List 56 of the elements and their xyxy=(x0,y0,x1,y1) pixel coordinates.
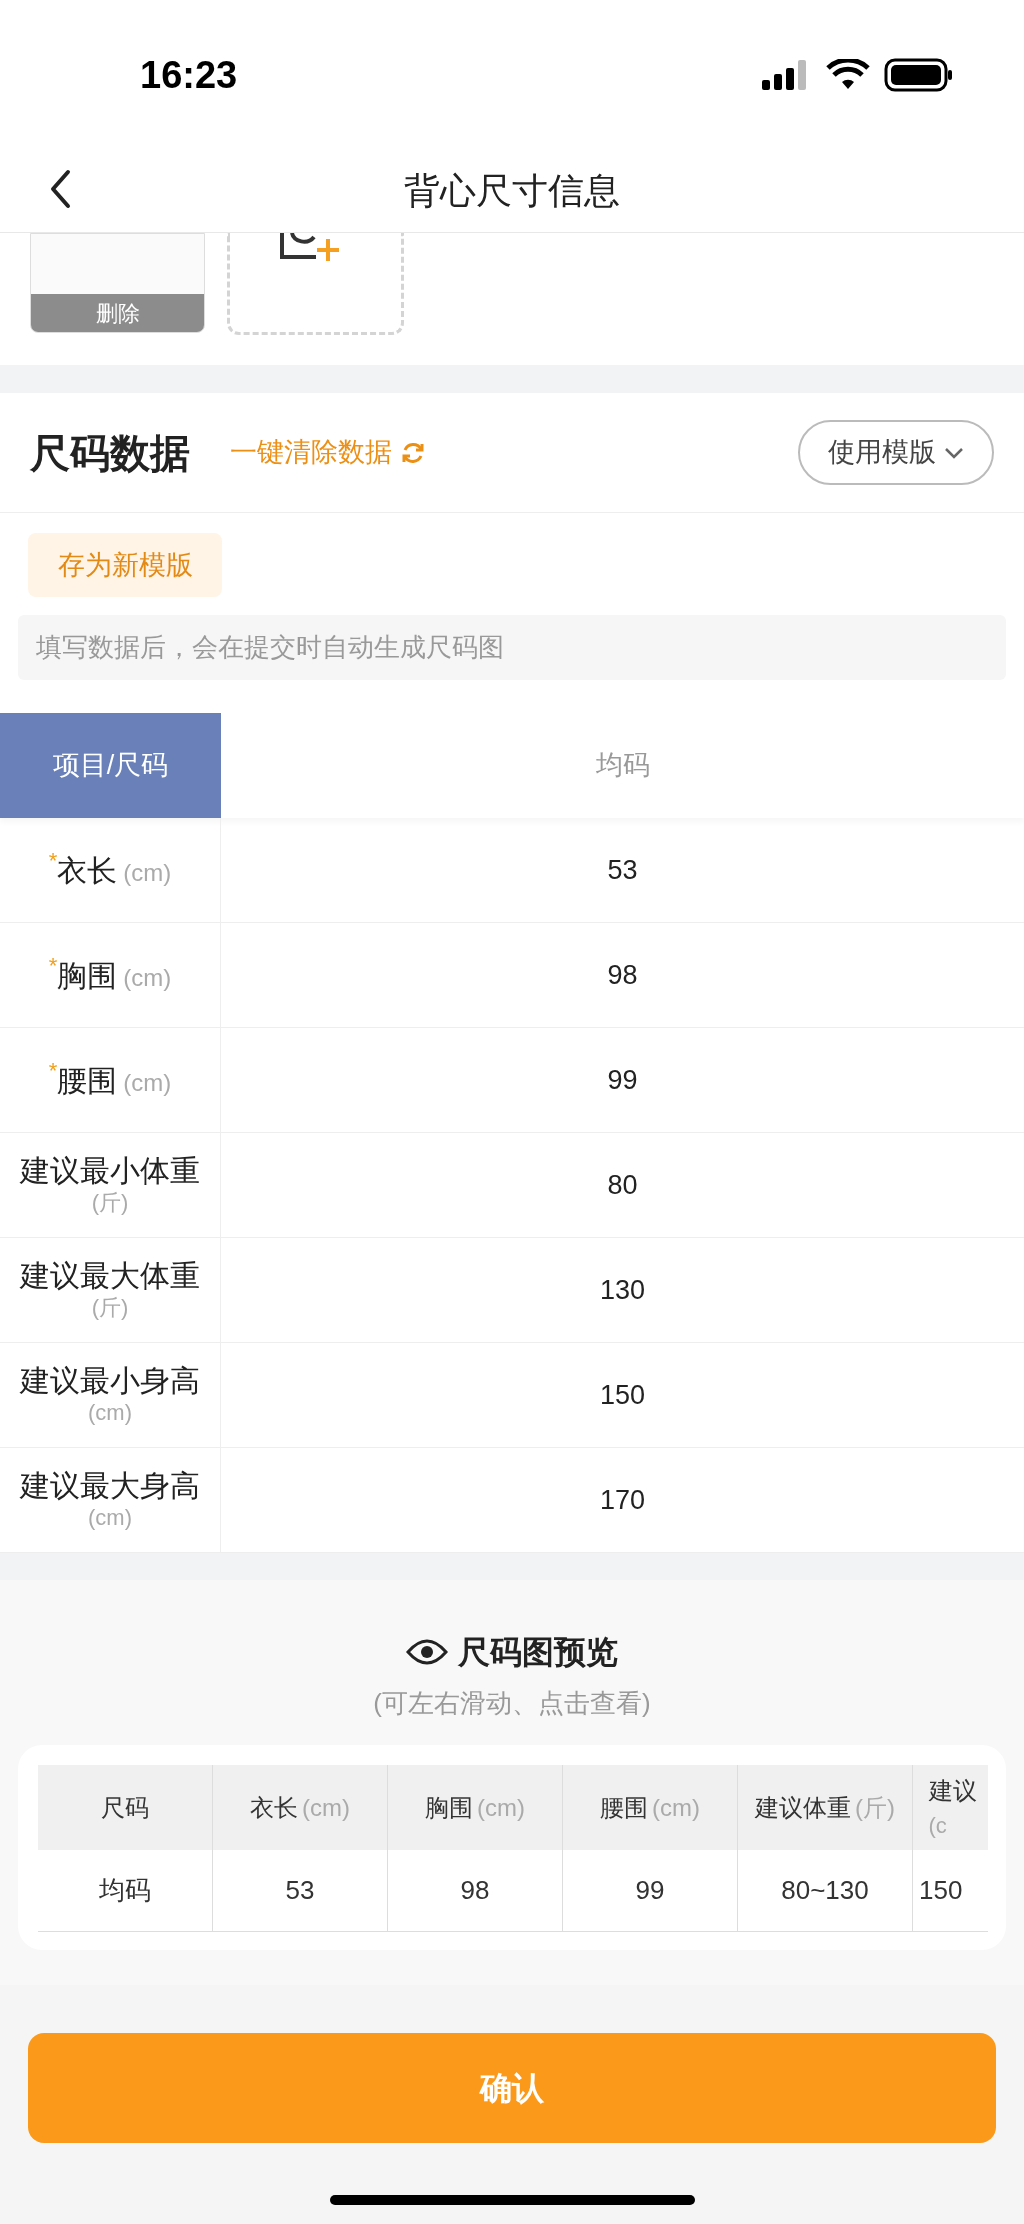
preview-column-header: 衣长 xyxy=(250,1792,298,1823)
unit-label: (c xyxy=(928,1812,947,1840)
row-label: 建议最大体重 xyxy=(20,1258,200,1294)
unit-label: (cm) xyxy=(123,1067,172,1098)
row-label: 胸围 xyxy=(57,957,118,994)
preview-card[interactable]: 尺码 衣长 (cm) 胸围 (cm) 腰围 (cm) 建议体重 (斤) 建议 (c 均码 53 98 99 80~130 150 xyxy=(18,1745,1006,1950)
chevron-down-icon xyxy=(944,446,964,459)
column-header: 均码 xyxy=(594,749,651,783)
preview-cell: 均码 xyxy=(38,1850,213,1931)
wifi-icon xyxy=(826,59,870,91)
status-time: 16:23 xyxy=(140,52,238,98)
back-chevron-icon xyxy=(49,169,71,209)
unit-label: (斤) xyxy=(855,1792,895,1823)
table-corner-header: 项目/尺码 xyxy=(0,713,221,818)
unit-label: (cm) xyxy=(88,1504,132,1532)
value-field[interactable]: 170 xyxy=(221,1448,1024,1552)
unit-label: (cm) xyxy=(477,1792,525,1823)
row-label: 腰围 xyxy=(57,1062,118,1099)
value-field[interactable]: 53 xyxy=(221,818,1024,922)
value-field[interactable]: 80 xyxy=(221,1133,1024,1237)
row-label: 衣长 xyxy=(57,852,118,889)
preview-column-header: 尺码 xyxy=(101,1792,149,1823)
preview-column-header: 腰围 xyxy=(600,1792,648,1823)
value-field[interactable]: 98 xyxy=(221,923,1024,1027)
preview-column-header: 建议 xyxy=(928,1776,977,1806)
unit-label: (斤) xyxy=(91,1294,129,1322)
row-label: 建议最小体重 xyxy=(20,1153,200,1189)
unit-label: (cm) xyxy=(652,1792,700,1823)
value-field[interactable]: 130 xyxy=(221,1238,1024,1342)
preview-subtitle: (可左右滑动、点击查看) xyxy=(373,1687,651,1720)
preview-column-header: 胸围 xyxy=(425,1792,473,1823)
use-template-button[interactable]: 使用模版 xyxy=(798,420,994,485)
unit-label: (cm) xyxy=(88,1399,132,1427)
required-mark: * xyxy=(48,1059,58,1082)
unit-label: (斤) xyxy=(91,1189,129,1217)
preview-title: 尺码图预览 xyxy=(458,1633,618,1672)
row-label: 建议最小身高 xyxy=(20,1363,200,1399)
required-mark: * xyxy=(48,954,58,977)
preview-cell: 98 xyxy=(388,1850,563,1931)
hint-text: 填写数据后，会在提交时自动生成尺码图 xyxy=(18,615,1006,680)
eye-icon xyxy=(406,1638,448,1666)
preview-column-header: 建议体重 xyxy=(755,1792,851,1823)
value-field[interactable]: 99 xyxy=(221,1028,1024,1132)
unit-label: (cm) xyxy=(123,857,172,888)
unit-label: (cm) xyxy=(302,1792,350,1823)
row-label: 建议最大身高 xyxy=(20,1468,200,1504)
preview-cell-text: 150 xyxy=(918,1874,964,1907)
section-title: 尺码数据 xyxy=(30,429,190,477)
page-title: 背心尺寸信息 xyxy=(404,169,620,213)
unit-label: (cm) xyxy=(123,962,172,993)
preview-cell: 80~130 xyxy=(738,1850,913,1931)
required-mark: * xyxy=(48,849,58,872)
preview-cell: 53 xyxy=(213,1850,388,1931)
value-field[interactable]: 150 xyxy=(221,1343,1024,1447)
preview-cell: 99 xyxy=(563,1850,738,1931)
battery-icon xyxy=(884,58,954,92)
